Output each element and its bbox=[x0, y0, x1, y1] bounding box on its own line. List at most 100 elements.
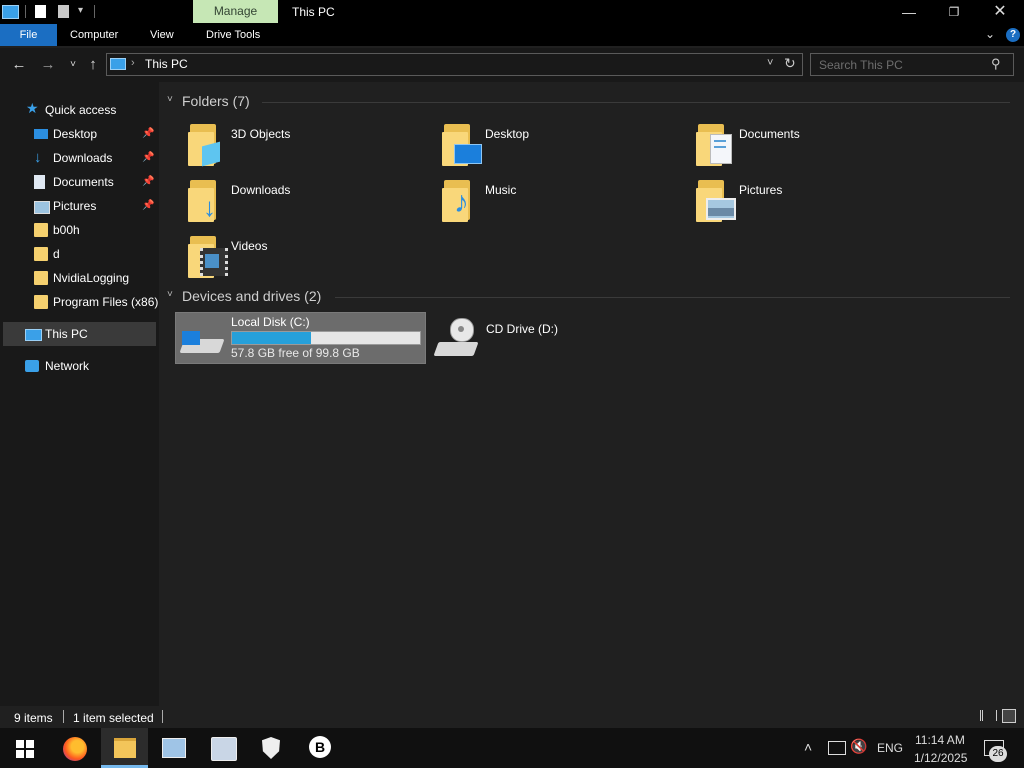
folder-icon bbox=[114, 738, 136, 758]
back-button[interactable]: ← bbox=[10, 56, 28, 74]
address-bar[interactable]: › This PC ˅ ↻ bbox=[106, 53, 803, 76]
b-app-icon[interactable]: B bbox=[309, 736, 331, 758]
folder-tile-downloads[interactable]: ↓ Downloads bbox=[182, 176, 412, 226]
forward-button[interactable]: → bbox=[39, 56, 57, 74]
sidebar-item-quick-access[interactable]: ★ Quick access bbox=[0, 98, 159, 122]
up-button[interactable]: ↑ bbox=[84, 56, 102, 74]
sidebar-item-network[interactable]: Network bbox=[0, 354, 159, 378]
folder-icon bbox=[34, 247, 48, 261]
sidebar-item-program-files-x86[interactable]: Program Files (x86) bbox=[0, 290, 159, 314]
tab-view[interactable]: View bbox=[140, 24, 184, 46]
qat-divider bbox=[25, 5, 26, 18]
start-windows-icon[interactable] bbox=[16, 740, 34, 758]
folder-tile-documents[interactable]: Documents bbox=[690, 120, 920, 170]
sidebar-item-nvidialogging[interactable]: NvidiaLogging bbox=[0, 266, 159, 290]
manage-contextual-tab[interactable]: Manage bbox=[193, 0, 278, 23]
folder-label: Downloads bbox=[231, 183, 291, 197]
sidebar-item-label: Quick access bbox=[45, 103, 117, 117]
drive-name: CD Drive (D:) bbox=[486, 322, 558, 336]
sidebar-item-downloads[interactable]: ↓ Downloads 📌 bbox=[0, 146, 159, 170]
folder-tile-music[interactable]: ♪ Music bbox=[436, 176, 666, 226]
input-language[interactable]: ENG bbox=[877, 741, 903, 755]
search-input[interactable]: Search This PC bbox=[819, 58, 903, 72]
collapse-devices-chevron-icon[interactable]: ˅ bbox=[167, 289, 173, 300]
desktop-icon bbox=[34, 129, 48, 139]
refresh-icon[interactable]: ↻ bbox=[784, 55, 796, 72]
properties-icon[interactable] bbox=[35, 5, 46, 18]
tab-file[interactable]: File bbox=[0, 24, 57, 46]
tab-computer[interactable]: Computer bbox=[60, 24, 128, 46]
folder-label: Documents bbox=[739, 127, 800, 141]
folder-tile-desktop[interactable]: Desktop bbox=[436, 120, 666, 170]
recent-locations-chevron-icon[interactable]: ˅ bbox=[64, 56, 82, 74]
firefox-icon[interactable] bbox=[63, 737, 87, 761]
sidebar-item-this-pc[interactable]: This PC bbox=[3, 322, 156, 346]
search-box[interactable]: Search This PC ⚲ bbox=[810, 53, 1014, 76]
drive-name: Local Disk (C:) bbox=[231, 315, 310, 329]
remote-desktop-icon[interactable] bbox=[162, 738, 186, 758]
pin-icon[interactable]: 📌 bbox=[142, 146, 154, 170]
folder-label: 3D Objects bbox=[231, 127, 291, 141]
search-icon[interactable]: ⚲ bbox=[991, 56, 1001, 72]
sidebar-item-desktop[interactable]: Desktop 📌 bbox=[0, 122, 159, 146]
sidebar-item-label: This PC bbox=[45, 327, 88, 341]
sidebar-item-b00h[interactable]: b00h bbox=[0, 218, 159, 242]
help-icon[interactable]: ? bbox=[1006, 28, 1020, 42]
document-icon bbox=[34, 175, 45, 189]
restore-button[interactable]: ❐ bbox=[939, 2, 969, 22]
drive-usage-fill bbox=[232, 332, 311, 344]
breadcrumb-this-pc[interactable]: This PC bbox=[145, 57, 188, 71]
show-hidden-icons-chevron-icon[interactable]: ˄ bbox=[804, 739, 812, 755]
collapse-folders-chevron-icon[interactable]: ˅ bbox=[167, 94, 173, 105]
section-divider bbox=[335, 297, 1010, 298]
customize-qat-icon[interactable]: ▾ bbox=[78, 5, 83, 16]
drive-tile-cd-drive-d[interactable]: CD Drive (D:) bbox=[430, 312, 679, 362]
details-view-icon[interactable] bbox=[980, 710, 997, 721]
folder-icon bbox=[34, 223, 48, 237]
folder-tile-pictures[interactable]: Pictures bbox=[690, 176, 920, 226]
devices-section-header[interactable]: Devices and drives (2) bbox=[182, 288, 321, 304]
clock-time[interactable]: 11:14 AM bbox=[915, 733, 965, 747]
clock-date[interactable]: 1/12/2025 bbox=[914, 751, 967, 765]
taskbar bbox=[0, 728, 1024, 768]
hard-drive-icon bbox=[179, 327, 225, 357]
sidebar-item-label: Desktop bbox=[53, 127, 98, 141]
folder-label: Music bbox=[485, 183, 517, 197]
folder-tile-videos[interactable]: Videos bbox=[182, 232, 412, 282]
sidebar-item-label: Documents bbox=[53, 175, 114, 189]
new-folder-icon[interactable] bbox=[58, 5, 69, 18]
sidebar-item-label: b00h bbox=[53, 223, 80, 237]
file-explorer-taskbar-button[interactable] bbox=[101, 728, 148, 768]
tab-drive-tools[interactable]: Drive Tools bbox=[196, 24, 270, 46]
sidebar-item-d[interactable]: d bbox=[0, 242, 159, 266]
volume-muted-icon[interactable]: 🔇 bbox=[850, 738, 867, 755]
sidebar-item-documents[interactable]: Documents 📌 bbox=[0, 170, 159, 194]
status-divider bbox=[63, 710, 64, 723]
sidebar-item-pictures[interactable]: Pictures 📌 bbox=[0, 194, 159, 218]
pin-icon[interactable]: 📌 bbox=[142, 170, 154, 194]
minimize-button[interactable]: — bbox=[894, 2, 924, 22]
folder-tile-3d-objects[interactable]: 3D Objects bbox=[182, 120, 412, 170]
pictures-icon bbox=[34, 201, 50, 214]
close-button[interactable]: ✕ bbox=[985, 2, 1015, 22]
this-pc-icon[interactable] bbox=[2, 5, 19, 19]
address-dropdown-icon[interactable]: ˅ bbox=[767, 57, 773, 69]
this-pc-icon bbox=[110, 58, 126, 70]
breadcrumb-separator-icon[interactable]: › bbox=[131, 57, 135, 69]
cd-drive-icon bbox=[433, 318, 480, 358]
status-divider bbox=[162, 710, 163, 723]
pin-icon[interactable]: 📌 bbox=[142, 194, 154, 218]
item-count: 9 items bbox=[14, 711, 53, 725]
expand-ribbon-icon[interactable]: ⌄ bbox=[985, 27, 995, 41]
network-tray-icon[interactable] bbox=[828, 741, 846, 755]
drive-tile-local-disk-c[interactable]: Local Disk (C:) 57.8 GB free of 99.8 GB bbox=[175, 312, 426, 364]
pin-icon[interactable]: 📌 bbox=[142, 122, 154, 146]
network-settings-icon[interactable] bbox=[211, 737, 237, 761]
music-folder-icon: ♪ bbox=[440, 178, 482, 224]
star-icon: ★ bbox=[26, 100, 39, 116]
folders-section-header[interactable]: Folders (7) bbox=[182, 93, 250, 109]
this-pc-icon bbox=[25, 329, 42, 341]
large-icons-view-icon[interactable] bbox=[1002, 709, 1016, 723]
sidebar-item-label: Downloads bbox=[53, 151, 113, 165]
sidebar-item-label: Pictures bbox=[53, 199, 97, 213]
